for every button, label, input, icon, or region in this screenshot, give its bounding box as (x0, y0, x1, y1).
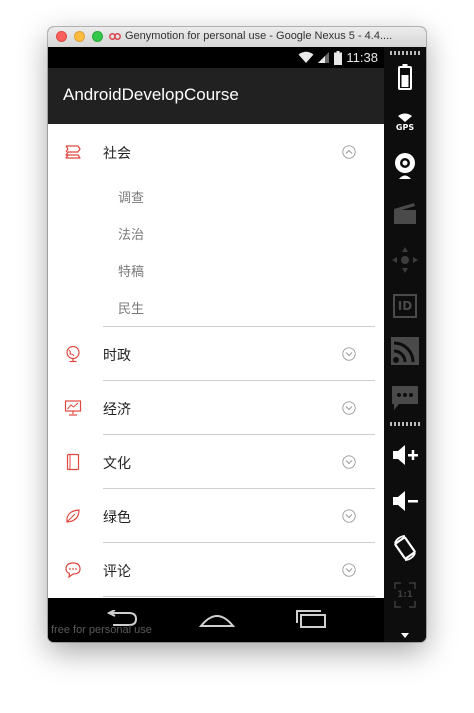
webcam-icon (395, 153, 415, 179)
chevron-down-icon[interactable] (342, 401, 356, 415)
battery-icon (334, 50, 343, 65)
window-title: Genymotion for personal use - Google Nex… (125, 30, 393, 42)
category-list: 社会 调查 法治 特稿 民生 时政 经济 文化 绿色 评论 (48, 124, 384, 598)
chevron-down-icon[interactable] (342, 509, 356, 523)
group-item-economy[interactable]: 经济 (48, 381, 384, 435)
sub-item-feature[interactable]: 特稿 (118, 261, 144, 280)
grip-handle[interactable] (390, 51, 420, 55)
group-label: 时政 (103, 348, 131, 364)
volume-down-button[interactable] (390, 487, 420, 515)
dpad-icon (392, 247, 418, 273)
action-bar: AndroidDevelopCourse (48, 68, 384, 124)
screencast-widget-button[interactable] (390, 197, 420, 229)
message-icon (392, 386, 418, 410)
recent-apps-button-icon[interactable] (294, 609, 328, 629)
dpad-widget-button[interactable] (390, 243, 420, 277)
chevron-down-icon[interactable] (342, 347, 356, 361)
window-titlebar: Genymotion for personal use - Google Nex… (48, 27, 426, 48)
globe-icon (66, 345, 80, 363)
ratio-label: 1:1 (396, 590, 414, 600)
chevron-down-icon[interactable] (342, 455, 356, 469)
minimize-window-button[interactable] (74, 31, 85, 42)
rotate-icon (394, 535, 416, 561)
expand-arrows-icon (394, 582, 416, 589)
status-clock: 11:38 (346, 50, 378, 65)
device-id-widget-button[interactable]: ID (390, 291, 420, 321)
group-label: 社会 (103, 146, 131, 162)
emulator-window: Genymotion for personal use - Google Nex… (48, 27, 426, 642)
volume-up-button[interactable] (390, 441, 420, 469)
sms-widget-button[interactable] (390, 383, 420, 413)
more-tools-button[interactable] (390, 631, 420, 639)
battery-widget-icon (398, 64, 412, 90)
volume-up-icon (393, 445, 418, 465)
app-title: AndroidDevelopCourse (63, 85, 239, 104)
caret-down-icon (401, 632, 409, 638)
group-item-green[interactable]: 绿色 (48, 489, 384, 543)
gps-widget-button[interactable]: GPS (390, 107, 420, 137)
collapse-arrows-icon (394, 601, 416, 608)
volume-down-icon (393, 491, 418, 511)
leaf-icon (66, 509, 80, 523)
group-item-society[interactable]: 社会 调查 法治 特稿 民生 (48, 124, 384, 327)
close-window-button[interactable] (56, 31, 67, 42)
signal-icon (318, 52, 330, 63)
chevron-up-icon[interactable] (342, 145, 356, 159)
rotate-screen-button[interactable] (390, 531, 420, 565)
chart-board-icon (64, 400, 82, 416)
watermark-text: free for personal use (51, 624, 152, 636)
id-icon: ID (393, 294, 417, 318)
clapperboard-icon (394, 203, 416, 224)
cast-signal-icon (391, 337, 419, 365)
battery-widget-button[interactable] (390, 63, 420, 91)
sub-item-investigation[interactable]: 调查 (118, 187, 144, 206)
chat-bubble-icon (65, 562, 81, 579)
group-label: 评论 (103, 564, 131, 580)
group-label: 经济 (103, 402, 131, 418)
home-button-icon[interactable] (199, 610, 235, 628)
emulator-sidebar: GPS ID 1:1 (384, 47, 426, 642)
book-icon (66, 453, 80, 471)
tag-icon (65, 145, 81, 159)
cast-widget-button[interactable] (390, 335, 420, 367)
group-item-politics[interactable]: 时政 (48, 327, 384, 381)
gps-label: GPS (395, 122, 415, 132)
group-label: 文化 (103, 456, 131, 472)
group-label: 绿色 (103, 510, 131, 526)
group-item-culture[interactable]: 文化 (48, 435, 384, 489)
pixel-ratio-button[interactable]: 1:1 (390, 577, 420, 613)
wifi-icon (298, 51, 314, 63)
gps-signal-icon (398, 113, 412, 122)
status-bar: 11:38 (48, 47, 384, 68)
device-screen: 11:38 AndroidDevelopCourse 社会 调查 法治 特稿 民… (48, 47, 384, 642)
genymotion-logo-icon (109, 33, 121, 40)
navigation-bar: free for personal use (48, 598, 384, 642)
webcam-widget-button[interactable] (390, 149, 420, 183)
grip-handle[interactable] (390, 422, 420, 426)
sub-item-law[interactable]: 法治 (118, 224, 144, 243)
group-item-comment[interactable]: 评论 (48, 543, 384, 597)
chevron-down-icon[interactable] (342, 563, 356, 577)
sub-item-livelihood[interactable]: 民生 (118, 298, 144, 317)
divider (103, 596, 375, 597)
maximize-window-button[interactable] (92, 31, 103, 42)
